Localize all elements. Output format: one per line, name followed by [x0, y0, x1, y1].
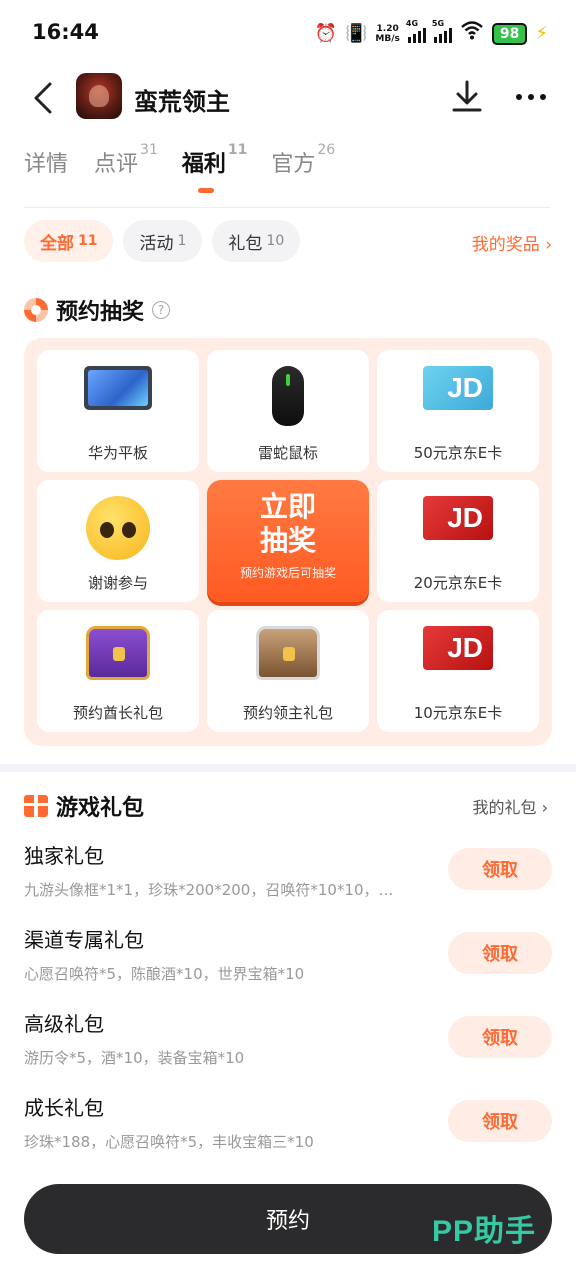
draw-lottery-button[interactable]: 立即 抽奖 预约游戏后可抽奖 [207, 480, 369, 602]
alarm-icon: ⏰ [314, 22, 337, 44]
status-bar: 16:44 ⏰ 📳 1.20 MB/s 4G 5G 98 ⚡ [0, 0, 576, 66]
prize-cell: 预约酋长礼包 [37, 610, 199, 732]
wifi-icon [460, 20, 484, 47]
tab-details[interactable]: 详情 [24, 146, 70, 196]
jd-card-icon: JD [423, 626, 493, 670]
more-dot-icon [516, 94, 522, 100]
filter-chip-activity[interactable]: 活动 1 [123, 220, 203, 262]
download-icon [452, 80, 482, 112]
more-dot-icon [528, 94, 534, 100]
gift-section-title: 游戏礼包 [24, 790, 144, 822]
network-speed: 1.20 MB/s [375, 23, 400, 44]
gift-icon [24, 795, 48, 817]
charging-icon: ⚡ [535, 23, 548, 44]
jd-card-icon: JD [423, 366, 493, 410]
gift-pack-row: 成长礼包 珍珠*188，心愿召唤符*5，丰收宝箱三*10 领取 [24, 1092, 552, 1162]
claim-button[interactable]: 领取 [448, 1016, 552, 1058]
prize-cell: JD 20元京东E卡 [377, 480, 539, 602]
prize-cell: 雷蛇鼠标 [207, 350, 369, 472]
tab-divider [24, 207, 550, 208]
download-button[interactable] [448, 78, 486, 116]
game-app-icon [76, 73, 122, 119]
help-icon[interactable]: ? [152, 301, 171, 319]
watermark-logo: PP助手 [431, 1215, 536, 1248]
prize-cell: 华为平板 [37, 350, 199, 472]
signal-5g-icon: 5G [432, 19, 452, 43]
lottery-icon [24, 298, 48, 322]
my-gifts-link[interactable]: 我的礼包 › [473, 794, 549, 818]
tab-bar: 详情 点评 31 福利 11 官方 26 [24, 142, 335, 196]
jd-card-icon: JD [423, 496, 493, 540]
page-title: 蛮荒领主 [134, 88, 230, 116]
app-header: 蛮荒领主 [0, 66, 576, 130]
gift-pack-row: 独家礼包 九游头像框*1*1，珍珠*200*200，召唤符*10*10，… 领取 [24, 840, 552, 910]
vibrate-icon: 📳 [344, 22, 368, 44]
claim-button[interactable]: 领取 [448, 848, 552, 890]
tab-reviews[interactable]: 点评 31 [94, 142, 158, 196]
back-button[interactable] [26, 80, 62, 116]
claim-button[interactable]: 领取 [448, 1100, 552, 1142]
prize-cell: JD 10元京东E卡 [377, 610, 539, 732]
more-options-button[interactable] [512, 84, 550, 110]
filter-chip-gift[interactable]: 礼包 10 [212, 220, 301, 262]
mouse-icon [272, 366, 304, 426]
gift-pack-row: 高级礼包 游历令*5，酒*10，装备宝箱*10 领取 [24, 1008, 552, 1078]
more-dot-icon [540, 94, 546, 100]
tablet-icon [84, 366, 152, 410]
tab-benefits[interactable]: 福利 11 [182, 142, 247, 196]
lottery-grid: 华为平板 雷蛇鼠标 JD 50元京东E卡 谢谢参与 立即 抽奖 预约游戏后可抽奖… [24, 338, 552, 746]
chest-icon [86, 626, 150, 680]
lottery-section-title: 预约抽奖 ? [24, 294, 171, 326]
signal-4g-icon: 4G [406, 19, 426, 43]
section-separator [0, 764, 576, 772]
back-arrow-icon [34, 82, 52, 114]
prize-cell: 预约领主礼包 [207, 610, 369, 732]
prize-cell: 谢谢参与 [37, 480, 199, 602]
emoji-icon [86, 496, 150, 560]
status-time: 16:44 [32, 20, 99, 44]
claim-button[interactable]: 领取 [448, 932, 552, 974]
tab-official[interactable]: 官方 26 [271, 142, 335, 196]
filter-bar: 全部 11 活动 1 礼包 10 我的奖品 › [24, 220, 552, 262]
my-prizes-link[interactable]: 我的奖品 › [472, 230, 552, 255]
chest-icon [256, 626, 320, 680]
status-icons: ⏰ 📳 1.20 MB/s 4G 5G 98 ⚡ [314, 19, 548, 47]
battery-indicator: 98 [491, 22, 528, 45]
filter-chip-all[interactable]: 全部 11 [24, 220, 114, 262]
gift-pack-row: 渠道专属礼包 心愿召唤符*5，陈酿酒*10，世界宝箱*10 领取 [24, 924, 552, 994]
prize-cell: JD 50元京东E卡 [377, 350, 539, 472]
